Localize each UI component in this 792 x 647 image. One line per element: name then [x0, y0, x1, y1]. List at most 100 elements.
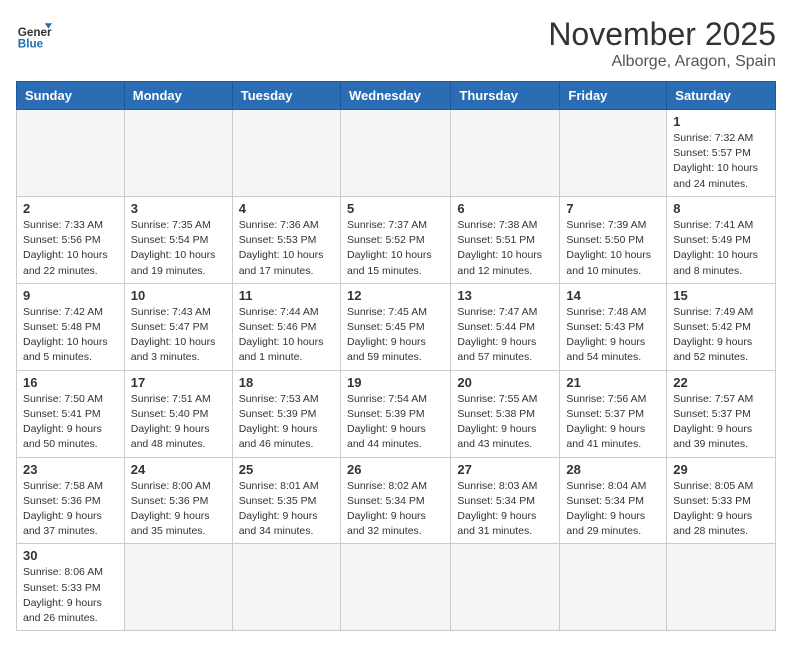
day-cell: 2 Sunrise: 7:33 AM Sunset: 5:56 PM Daylig… — [17, 196, 125, 283]
day-number: 4 — [239, 201, 334, 216]
day-info: Sunrise: 7:54 AM Sunset: 5:39 PM Dayligh… — [347, 392, 444, 453]
header: General Blue November 2025 Alborge, Arag… — [16, 16, 776, 71]
day-number: 21 — [566, 375, 660, 390]
day-cell — [124, 110, 232, 197]
day-cell — [232, 544, 340, 631]
day-cell: 15 Sunrise: 7:49 AM Sunset: 5:42 PM Dayli… — [667, 283, 776, 370]
day-info: Sunrise: 7:37 AM Sunset: 5:52 PM Dayligh… — [347, 218, 444, 279]
day-cell: 9Sunrise: 7:42 AM Sunset: 5:48 PM Daylig… — [17, 283, 125, 370]
day-number: 10 — [131, 288, 226, 303]
col-header-monday: Monday — [124, 82, 232, 110]
day-number: 6 — [457, 201, 553, 216]
week-row-5: 30 Sunrise: 8:06 AM Sunset: 5:33 PM Dayli… — [17, 544, 776, 631]
day-info: Sunrise: 7:33 AM Sunset: 5:56 PM Dayligh… — [23, 218, 118, 279]
day-cell: 29 Sunrise: 8:05 AM Sunset: 5:33 PM Dayli… — [667, 457, 776, 544]
location-title: Alborge, Aragon, Spain — [548, 53, 776, 71]
svg-text:Blue: Blue — [18, 38, 44, 51]
col-header-saturday: Saturday — [667, 82, 776, 110]
day-number: 3 — [131, 201, 226, 216]
day-cell: 1Sunrise: 7:32 AM Sunset: 5:57 PM Daylig… — [667, 110, 776, 197]
col-header-friday: Friday — [560, 82, 667, 110]
day-info: Sunrise: 7:45 AM Sunset: 5:45 PM Dayligh… — [347, 305, 444, 366]
day-number: 18 — [239, 375, 334, 390]
day-info: Sunrise: 8:00 AM Sunset: 5:36 PM Dayligh… — [131, 479, 226, 540]
day-info: Sunrise: 7:57 AM Sunset: 5:37 PM Dayligh… — [673, 392, 769, 453]
day-number: 13 — [457, 288, 553, 303]
day-number: 8 — [673, 201, 769, 216]
logo: General Blue — [16, 16, 52, 52]
day-info: Sunrise: 7:38 AM Sunset: 5:51 PM Dayligh… — [457, 218, 553, 279]
day-cell: 11Sunrise: 7:44 AM Sunset: 5:46 PM Dayli… — [232, 283, 340, 370]
day-number: 23 — [23, 462, 118, 477]
day-cell: 7Sunrise: 7:39 AM Sunset: 5:50 PM Daylig… — [560, 196, 667, 283]
day-cell — [560, 544, 667, 631]
day-cell: 10Sunrise: 7:43 AM Sunset: 5:47 PM Dayli… — [124, 283, 232, 370]
day-info: Sunrise: 7:41 AM Sunset: 5:49 PM Dayligh… — [673, 218, 769, 279]
col-header-thursday: Thursday — [451, 82, 560, 110]
day-number: 17 — [131, 375, 226, 390]
day-number: 15 — [673, 288, 769, 303]
day-cell: 19 Sunrise: 7:54 AM Sunset: 5:39 PM Dayli… — [340, 370, 450, 457]
day-number: 25 — [239, 462, 334, 477]
day-info: Sunrise: 8:03 AM Sunset: 5:34 PM Dayligh… — [457, 479, 553, 540]
day-cell: 24Sunrise: 8:00 AM Sunset: 5:36 PM Dayli… — [124, 457, 232, 544]
day-number: 12 — [347, 288, 444, 303]
day-cell: 4 Sunrise: 7:36 AM Sunset: 5:53 PM Daylig… — [232, 196, 340, 283]
week-row-3: 16Sunrise: 7:50 AM Sunset: 5:41 PM Dayli… — [17, 370, 776, 457]
day-number: 9 — [23, 288, 118, 303]
day-info: Sunrise: 8:01 AM Sunset: 5:35 PM Dayligh… — [239, 479, 334, 540]
day-cell: 20Sunrise: 7:55 AM Sunset: 5:38 PM Dayli… — [451, 370, 560, 457]
col-header-sunday: Sunday — [17, 82, 125, 110]
day-info: Sunrise: 8:04 AM Sunset: 5:34 PM Dayligh… — [566, 479, 660, 540]
day-info: Sunrise: 7:49 AM Sunset: 5:42 PM Dayligh… — [673, 305, 769, 366]
title-area: November 2025 Alborge, Aragon, Spain — [548, 16, 776, 71]
day-cell: 25 Sunrise: 8:01 AM Sunset: 5:35 PM Dayli… — [232, 457, 340, 544]
day-info: Sunrise: 7:56 AM Sunset: 5:37 PM Dayligh… — [566, 392, 660, 453]
day-cell: 6 Sunrise: 7:38 AM Sunset: 5:51 PM Daylig… — [451, 196, 560, 283]
day-cell: 12 Sunrise: 7:45 AM Sunset: 5:45 PM Dayli… — [340, 283, 450, 370]
day-info: Sunrise: 7:51 AM Sunset: 5:40 PM Dayligh… — [131, 392, 226, 453]
day-number: 16 — [23, 375, 118, 390]
day-number: 22 — [673, 375, 769, 390]
day-info: Sunrise: 8:05 AM Sunset: 5:33 PM Dayligh… — [673, 479, 769, 540]
day-cell — [232, 110, 340, 197]
day-number: 19 — [347, 375, 444, 390]
calendar-table: SundayMondayTuesdayWednesdayThursdayFrid… — [16, 81, 776, 631]
week-row-2: 9Sunrise: 7:42 AM Sunset: 5:48 PM Daylig… — [17, 283, 776, 370]
day-cell — [451, 110, 560, 197]
day-info: Sunrise: 7:53 AM Sunset: 5:39 PM Dayligh… — [239, 392, 334, 453]
day-number: 30 — [23, 548, 118, 563]
day-number: 20 — [457, 375, 553, 390]
day-cell: 30 Sunrise: 8:06 AM Sunset: 5:33 PM Dayli… — [17, 544, 125, 631]
day-cell — [17, 110, 125, 197]
day-cell: 22 Sunrise: 7:57 AM Sunset: 5:37 PM Dayli… — [667, 370, 776, 457]
calendar-header-row: SundayMondayTuesdayWednesdayThursdayFrid… — [17, 82, 776, 110]
day-cell: 17 Sunrise: 7:51 AM Sunset: 5:40 PM Dayli… — [124, 370, 232, 457]
day-cell: 18 Sunrise: 7:53 AM Sunset: 5:39 PM Dayli… — [232, 370, 340, 457]
day-cell: 27Sunrise: 8:03 AM Sunset: 5:34 PM Dayli… — [451, 457, 560, 544]
day-number: 1 — [673, 114, 769, 129]
col-header-tuesday: Tuesday — [232, 82, 340, 110]
day-number: 29 — [673, 462, 769, 477]
day-cell: 16Sunrise: 7:50 AM Sunset: 5:41 PM Dayli… — [17, 370, 125, 457]
day-info: Sunrise: 7:48 AM Sunset: 5:43 PM Dayligh… — [566, 305, 660, 366]
col-header-wednesday: Wednesday — [340, 82, 450, 110]
day-number: 28 — [566, 462, 660, 477]
day-cell — [451, 544, 560, 631]
day-cell — [667, 544, 776, 631]
day-cell — [560, 110, 667, 197]
day-cell — [124, 544, 232, 631]
month-title: November 2025 — [548, 16, 776, 53]
day-number: 2 — [23, 201, 118, 216]
week-row-1: 2 Sunrise: 7:33 AM Sunset: 5:56 PM Daylig… — [17, 196, 776, 283]
day-info: Sunrise: 8:06 AM Sunset: 5:33 PM Dayligh… — [23, 565, 118, 626]
day-cell: 8 Sunrise: 7:41 AM Sunset: 5:49 PM Daylig… — [667, 196, 776, 283]
day-number: 11 — [239, 288, 334, 303]
day-cell: 14Sunrise: 7:48 AM Sunset: 5:43 PM Dayli… — [560, 283, 667, 370]
day-info: Sunrise: 7:36 AM Sunset: 5:53 PM Dayligh… — [239, 218, 334, 279]
day-cell: 26Sunrise: 8:02 AM Sunset: 5:34 PM Dayli… — [340, 457, 450, 544]
day-cell: 13Sunrise: 7:47 AM Sunset: 5:44 PM Dayli… — [451, 283, 560, 370]
day-info: Sunrise: 7:58 AM Sunset: 5:36 PM Dayligh… — [23, 479, 118, 540]
day-cell — [340, 110, 450, 197]
day-cell — [340, 544, 450, 631]
